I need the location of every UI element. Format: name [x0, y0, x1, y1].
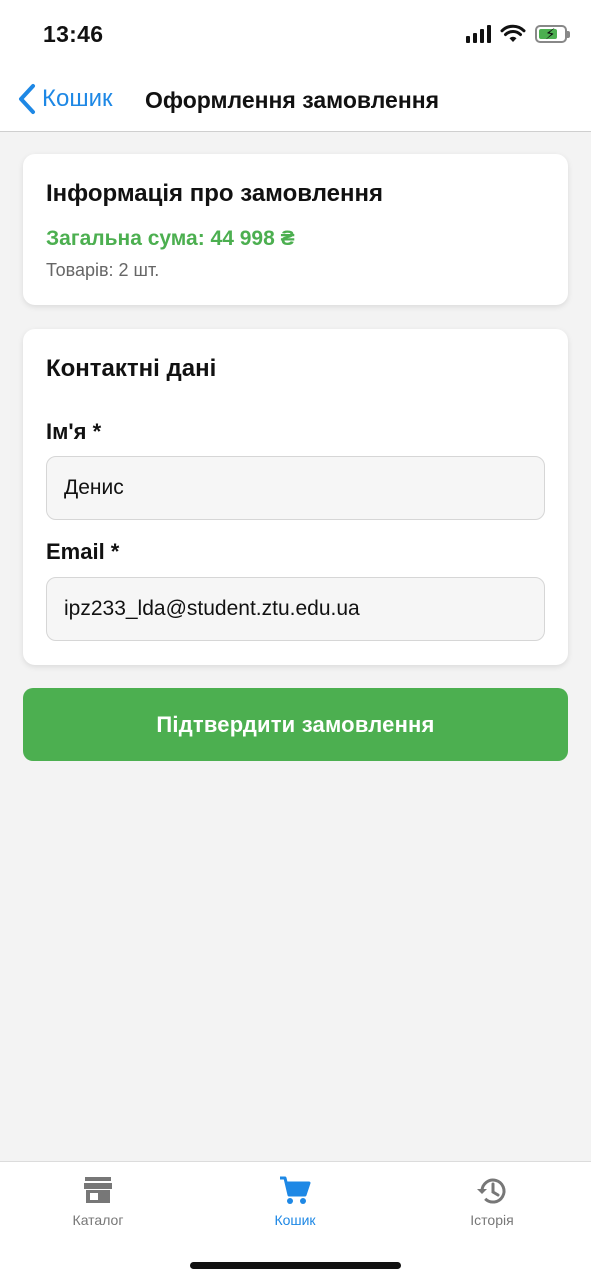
status-bar: 13:46 ⚡ — [0, 0, 591, 70]
signal-icon — [466, 25, 491, 43]
name-input[interactable] — [46, 456, 545, 520]
cart-icon — [280, 1176, 311, 1204]
email-label: Email * — [46, 539, 120, 564]
status-time: 13:46 — [43, 21, 104, 47]
back-button[interactable]: Кошик — [16, 82, 113, 116]
tab-label: Каталог — [72, 1212, 124, 1228]
items-count: Товарів: 2 шт. — [46, 260, 160, 280]
tab-label: Кошик — [274, 1212, 316, 1228]
page-title: Оформлення замовлення — [145, 87, 440, 113]
email-input[interactable] — [46, 577, 545, 641]
wifi-icon — [500, 24, 526, 42]
status-icons: ⚡ — [466, 24, 570, 44]
battery-charging-icon: ⚡ — [535, 25, 570, 43]
order-total: Загальна сума: 44 998 ₴ — [46, 227, 295, 250]
name-label: Ім'я * — [46, 419, 102, 444]
tab-label: Історія — [470, 1212, 514, 1228]
contact-card: Контактні дані Ім'я * Email * — [23, 329, 568, 665]
history-icon — [477, 1178, 506, 1204]
tab-catalog[interactable]: Каталог — [38, 1174, 158, 1228]
back-label: Кошик — [42, 85, 113, 112]
tab-history[interactable]: Історія — [432, 1174, 552, 1228]
contact-title: Контактні дані — [46, 355, 217, 382]
store-icon — [84, 1177, 112, 1203]
home-indicator — [190, 1262, 401, 1269]
order-info-card: Інформація про замовлення Загальна сума:… — [23, 154, 568, 305]
chevron-left-icon — [19, 84, 35, 114]
checkout-screen: 13:46 ⚡ Кошик Оформлення замовлення Інфо… — [0, 0, 591, 1280]
tab-cart[interactable]: Кошик — [235, 1174, 355, 1228]
confirm-order-button[interactable]: Підтвердити замовлення — [23, 688, 568, 761]
order-info-title: Інформація про замовлення — [46, 180, 383, 207]
navigation-header: Кошик Оформлення замовлення — [0, 70, 591, 132]
